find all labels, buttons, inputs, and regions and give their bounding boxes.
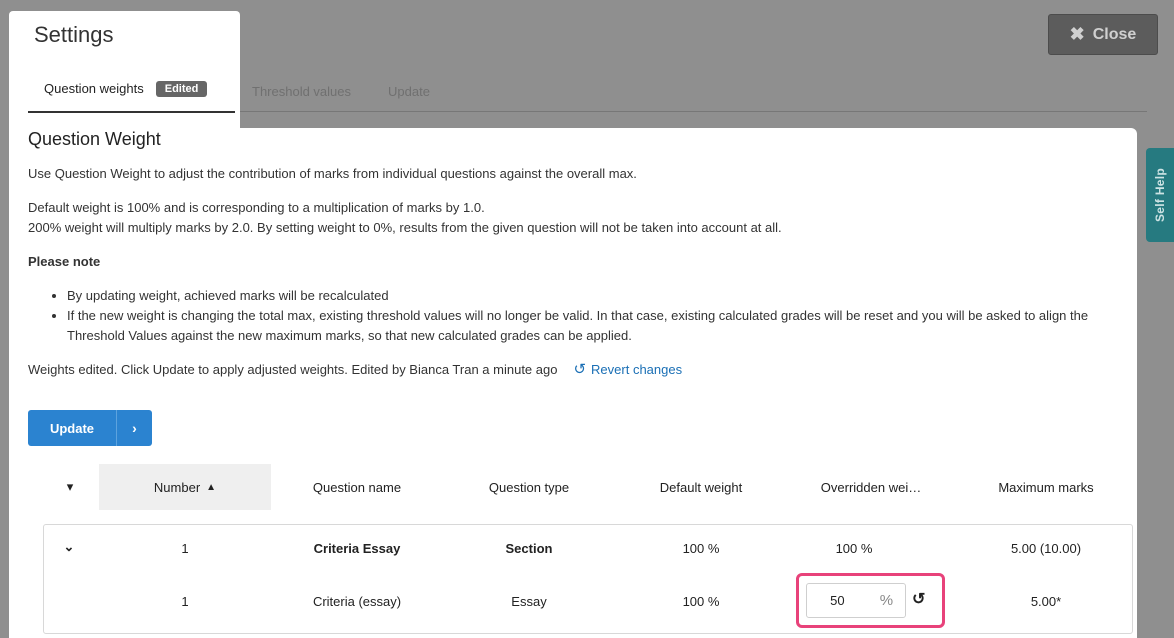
- section-overridden-weight: 100 %: [835, 541, 873, 556]
- self-help-label: Self Help: [1153, 167, 1168, 223]
- update-button-label: Update: [49, 420, 95, 436]
- edited-status-text: Weights edited. Click Update to apply ad…: [28, 361, 558, 377]
- settings-title: Settings: [34, 22, 114, 47]
- question-name: Criteria (essay): [312, 594, 402, 609]
- tab-question-weights[interactable]: Question weights Edited: [28, 72, 235, 113]
- page-title: Question Weight: [28, 129, 161, 149]
- question-number: 1: [181, 594, 189, 609]
- note-item: If the new weight is changing the total …: [67, 306, 1134, 346]
- please-note-heading: Please note: [28, 254, 101, 269]
- question-type: Essay: [511, 594, 547, 609]
- tab-update[interactable]: Update: [388, 84, 430, 99]
- revert-label: Revert changes: [591, 361, 683, 377]
- close-label: Close: [1092, 25, 1137, 43]
- tab-threshold-values[interactable]: Threshold values: [252, 84, 351, 99]
- column-header-default-weight[interactable]: Default weight: [621, 464, 781, 510]
- column-header-number[interactable]: Number ▲: [99, 464, 271, 510]
- default-weight-line1: Default weight is 100% and is correspond…: [28, 200, 485, 215]
- column-header-maximum-marks[interactable]: Maximum marks: [967, 464, 1125, 510]
- note-item: By updating weight, achieved marks will …: [67, 286, 1134, 306]
- section-max-marks: 5.00 (10.00): [1010, 541, 1082, 556]
- question-default-weight: 100 %: [682, 594, 720, 609]
- column-header-question-type[interactable]: Question type: [449, 464, 609, 510]
- section-name: Criteria Essay: [313, 541, 401, 556]
- undo-icon: ↺: [573, 361, 587, 378]
- section-collapse-chevron-icon[interactable]: ⌄: [61, 539, 77, 555]
- caret-down-icon: ▾: [66, 479, 74, 494]
- column-header-overridden-weight[interactable]: Overridden wei…: [785, 464, 957, 510]
- percent-unit: %: [879, 592, 894, 609]
- collapse-all-toggle[interactable]: ▾: [55, 464, 85, 510]
- question-weight-panel: Question Weight Use Question Weight to a…: [9, 128, 1137, 638]
- reset-weight-icon[interactable]: ↺: [912, 589, 925, 609]
- column-header-number-label: Number: [153, 479, 201, 495]
- self-help-tab[interactable]: Self Help: [1146, 148, 1174, 242]
- edited-badge: Edited: [155, 81, 208, 97]
- column-header-question-name[interactable]: Question name: [279, 464, 435, 510]
- intro-text: Use Question Weight to adjust the contri…: [28, 166, 637, 181]
- edited-status-row: Weights edited. Click Update to apply ad…: [28, 360, 682, 378]
- section-type: Section: [505, 541, 553, 556]
- section-default-weight: 100 %: [682, 541, 720, 556]
- update-button[interactable]: Update ›: [28, 410, 152, 446]
- default-weight-line2: 200% weight will multiply marks by 2.0. …: [28, 220, 782, 235]
- tab-question-weights-label: Question weights: [44, 81, 144, 96]
- overridden-weight-input[interactable]: 50 %: [806, 583, 906, 618]
- chevron-right-icon: ›: [116, 410, 152, 446]
- sort-ascending-icon: ▲: [206, 481, 217, 493]
- notes-list: By updating weight, achieved marks will …: [49, 286, 1134, 346]
- tabs-divider: [240, 111, 1147, 112]
- close-icon: ✖: [1069, 24, 1085, 44]
- revert-changes-link[interactable]: ↺ Revert changes: [573, 360, 682, 378]
- question-max-marks: 5.00*: [1030, 594, 1062, 609]
- overridden-weight-value: 50: [830, 593, 845, 608]
- close-button[interactable]: ✖ Close: [1048, 14, 1158, 55]
- section-number: 1: [181, 541, 189, 556]
